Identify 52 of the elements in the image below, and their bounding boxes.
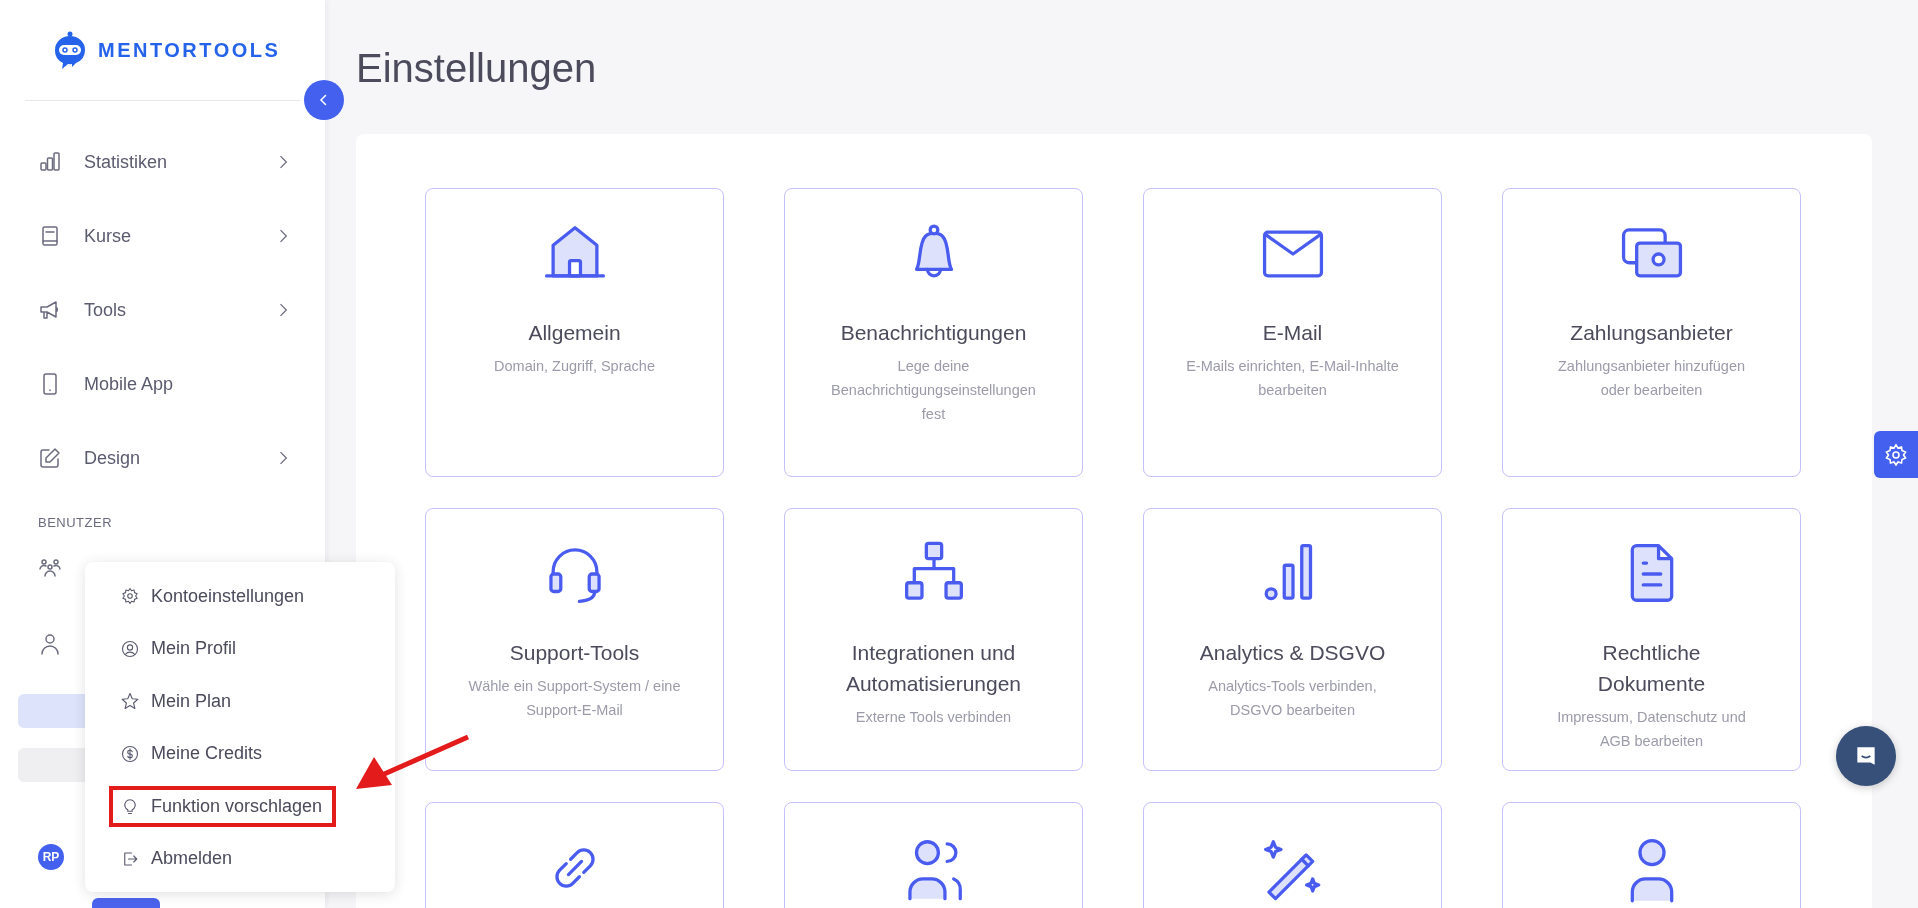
card-title: Integrationen und Automatisierungen (844, 640, 1023, 697)
menu-item[interactable]: Mein Plan (109, 680, 246, 722)
menu-item[interactable]: Kontoeinstellungen (109, 575, 319, 617)
card-description: Impressum, Datenschutz und AGB bearbeiten (1556, 708, 1747, 751)
card-description: Zahlungsanbieter hinzufügen oder bearbeiten (1557, 357, 1746, 400)
card-description: Externe Tools verbinden (855, 708, 1012, 727)
bulb-icon (121, 797, 139, 816)
settings-card[interactable]: Rechtliche Dokumente Impressum, Datenschutz und AGB bearbeiten (1502, 508, 1801, 771)
person-icon[interactable] (38, 632, 62, 656)
card-title: E-Mail (1262, 320, 1323, 346)
star-icon (121, 692, 139, 711)
card-title: Benachrichtigungen (840, 320, 1027, 346)
pencil-icon (38, 446, 62, 470)
logout-icon (121, 849, 139, 868)
brand-name: MENTORTOOLS (98, 38, 281, 62)
card-title: Allgemein (528, 320, 621, 346)
card-title: Rechtliche Dokumente (1596, 640, 1707, 697)
settings-card[interactable]: Benachrichtigungen Lege deine Benachrichtigungseinstellungen fest (784, 188, 1083, 477)
menu-item[interactable]: Abmelden (109, 838, 247, 880)
sidebar-item[interactable]: Kurse (0, 199, 325, 273)
card-title: Support-Tools (509, 640, 640, 666)
settings-card[interactable]: E-Mail E-Mails einrichten, E-Mail-Inhalte bearbeiten (1143, 188, 1442, 477)
menu-item[interactable]: Funktion vorschlagen (109, 785, 337, 827)
sidebar-item[interactable]: Mobile App (0, 347, 325, 421)
avatar[interactable]: RP (38, 844, 64, 870)
settings-card[interactable]: Support-Tools Wähle ein Support-System / eine Support-E-Mail (425, 508, 724, 771)
sidebar-item[interactable]: Statistiken (0, 125, 325, 199)
section-label: BENUTZER (37, 514, 114, 530)
card-description: Analytics-Tools verbinden, DSGVO bearbeiten (1207, 677, 1378, 720)
menu-item[interactable]: Mein Profil (109, 628, 251, 670)
card-description: Lege deine Benachrichtigungseinstellungen fest (830, 357, 1037, 424)
card-title: Zahlungsanbieter (1570, 320, 1733, 346)
settings-icon (1884, 442, 1908, 467)
card-description: Domain, Zugriff, Sprache (494, 357, 655, 376)
coin-icon (121, 744, 139, 763)
sidebar-item[interactable]: Tools (0, 273, 325, 347)
card-title: Analytics & DSGVO (1199, 640, 1386, 666)
users-icon[interactable] (38, 556, 62, 580)
card-description: E-Mails einrichten, E-Mail-Inhalte bearbeiten (1185, 357, 1400, 400)
collapse-button[interactable] (304, 80, 344, 120)
card-description: Wähle ein Support-System / eine Support-E-Mail (467, 677, 682, 720)
settings-card[interactable]: Integrationen und Automatisierungen Externe Tools verbinden (784, 508, 1083, 771)
chart-icon (38, 150, 62, 174)
settings-card[interactable]: Zahlungsanbieter Zahlungsanbieter hinzufügen oder bearbeiten (1502, 188, 1801, 477)
profile-icon (121, 639, 139, 658)
settings-card[interactable]: Analytics & DSGVO Analytics-Tools verbinden, DSGVO bearbeiten (1143, 508, 1442, 771)
page-title: Einstellungen (356, 45, 598, 92)
settings-button[interactable] (1874, 431, 1918, 478)
sidebar-item[interactable]: Design (0, 421, 325, 495)
gear-icon (121, 587, 139, 606)
settings-card[interactable]: Allgemein Domain, Zugriff, Sprache (425, 188, 724, 477)
menu-item[interactable]: Meine Credits (109, 733, 277, 775)
